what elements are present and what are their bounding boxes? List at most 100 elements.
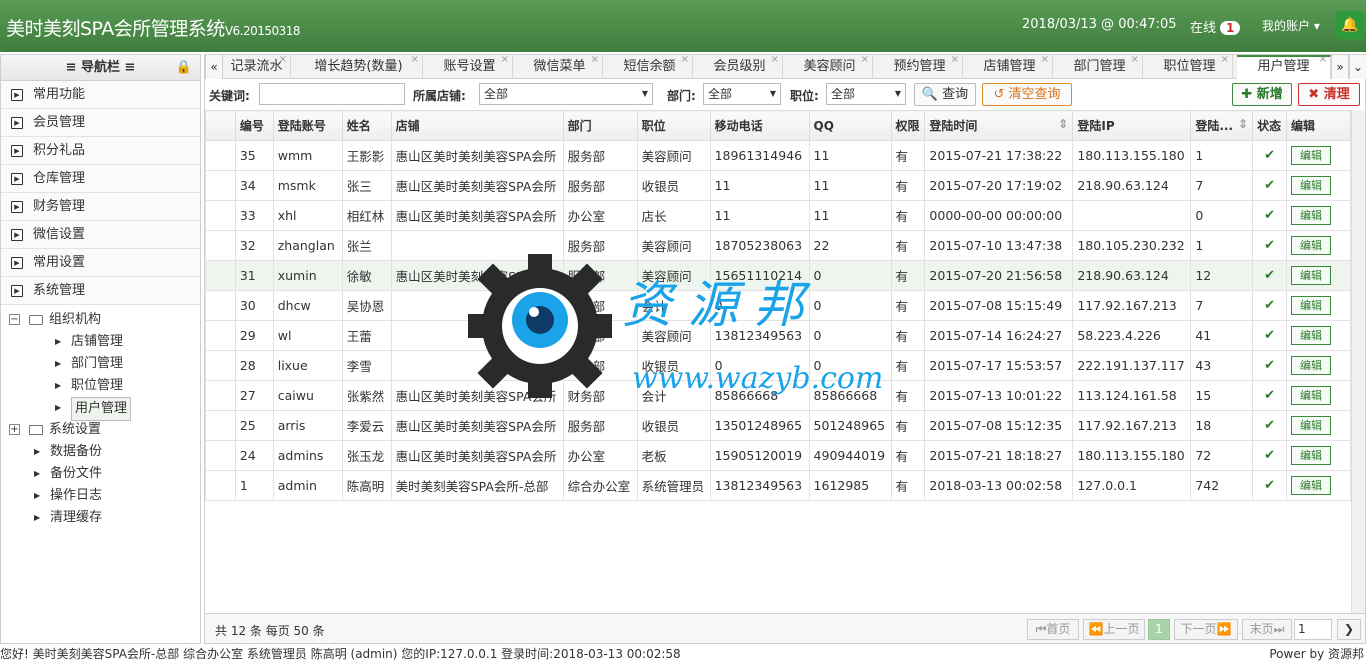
dept-select[interactable]: 全部 ▼ [703, 83, 781, 105]
tab-item[interactable]: 部门管理 × [1057, 54, 1143, 79]
table-row[interactable]: 28 lixue 李雪 财务部 收银员 0 0 有 2015-07-17 15:53:57 222… [205, 350, 1351, 381]
edit-button[interactable]: 编辑 [1291, 446, 1332, 465]
sort-icon[interactable]: ⇕ [1238, 117, 1248, 131]
sidebar-menu-item[interactable]: ▶ 仓库管理 [1, 165, 200, 193]
prev-page-button[interactable]: ⏪上一页 [1083, 619, 1145, 640]
row-select-cell[interactable] [205, 470, 236, 501]
tree-node[interactable]: + 系统设置 [1, 419, 200, 441]
tab-menu-chevron-icon[interactable]: ⌄ [1349, 55, 1366, 79]
close-icon[interactable]: × [591, 48, 599, 72]
edit-button[interactable]: 编辑 [1291, 266, 1332, 285]
collapse-icon[interactable]: − [9, 314, 20, 325]
close-icon[interactable]: × [1319, 50, 1327, 70]
lock-icon[interactable]: 🔒 [176, 55, 192, 81]
position-select[interactable]: 全部 ▼ [826, 83, 906, 105]
keyword-input[interactable] [259, 83, 405, 105]
row-select-cell[interactable] [205, 380, 236, 411]
tab-item[interactable]: 微信菜单 × [517, 54, 603, 79]
search-button[interactable]: 🔍 查询 [914, 83, 976, 106]
close-icon[interactable]: × [951, 48, 959, 72]
row-select-cell[interactable] [205, 200, 236, 231]
tree-node[interactable]: ▶ 用户管理 [1, 397, 200, 421]
edit-button[interactable]: 编辑 [1291, 206, 1332, 225]
table-row[interactable]: 30 dhcw 吴协恩 财务部 会计 0 0 有 2015-07-08 15:15:49 117.… [205, 290, 1351, 321]
table-scrollbar[interactable] [1351, 110, 1365, 613]
edit-button[interactable]: 编辑 [1291, 146, 1332, 165]
row-select-cell[interactable] [205, 140, 236, 171]
first-page-button[interactable]: ⏮首页 [1027, 619, 1079, 640]
table-row[interactable]: 31 xumin 徐敏 惠山区美时美刻美容SPA会所 服务部 美容顾问 1565111021… [205, 260, 1351, 291]
tree-node[interactable]: ▶ 清理缓存 [1, 507, 200, 529]
close-icon[interactable]: × [1131, 48, 1139, 72]
tree-node[interactable]: − 组织机构 [1, 309, 200, 331]
current-page[interactable]: 1 [1148, 619, 1170, 640]
row-select-cell[interactable] [205, 260, 236, 291]
sidebar-menu-item[interactable]: ▶ 财务管理 [1, 193, 200, 221]
table-row[interactable]: 24 admins 张玉龙 惠山区美时美刻美容SPA会所 办公室 老板 1590512001… [205, 440, 1351, 471]
row-select-cell[interactable] [205, 320, 236, 351]
row-select-cell[interactable] [205, 410, 236, 441]
tab-item[interactable]: 预约管理 × [877, 54, 963, 79]
column-header[interactable]: 登陆... ⇕ [1190, 110, 1254, 141]
table-row[interactable]: 29 wl 王蕾 服务部 美容顾问 13812349563 0 有 2015-07-14 16:… [205, 320, 1351, 351]
close-icon[interactable]: × [1221, 48, 1229, 72]
sidebar-menu-item[interactable]: ▶ 微信设置 [1, 221, 200, 249]
tab-item[interactable]: 会员级别 × [697, 54, 783, 79]
table-row[interactable]: 27 caiwu 张紫然 惠山区美时美刻美容SPA会所 财务部 会计 85866668 858… [205, 380, 1351, 411]
online-status[interactable]: 在线 1 [1190, 17, 1241, 36]
delete-button[interactable]: ✖ 清理 [1298, 83, 1360, 106]
row-select-cell[interactable] [205, 170, 236, 201]
tree-node[interactable]: ▶ 职位管理 [1, 375, 200, 397]
tab-item[interactable]: 账号设置 × [427, 54, 513, 79]
go-arrow-icon[interactable]: ❯ [1337, 619, 1361, 640]
clear-query-button[interactable]: ↺ 清空查询 [982, 83, 1072, 106]
sidebar-menu-item[interactable]: ▶ 积分礼品 [1, 137, 200, 165]
bell-icon[interactable]: 🔔 [1336, 11, 1364, 39]
close-icon[interactable]: × [279, 48, 287, 72]
expand-icon[interactable]: + [9, 424, 20, 435]
tree-node[interactable]: ▶ 备份文件 [1, 463, 200, 485]
edit-button[interactable]: 编辑 [1291, 476, 1332, 495]
table-row[interactable]: 32 zhanglan 张兰 服务部 美容顾问 18705238063 22 有 2015-07… [205, 230, 1351, 261]
edit-button[interactable]: 编辑 [1291, 326, 1332, 345]
store-select[interactable]: 全部 ▼ [479, 83, 653, 105]
sidebar-menu-item[interactable]: ▶ 常用设置 [1, 249, 200, 277]
table-row[interactable]: 1 admin 陈高明 美时美刻美容SPA会所-总部 综合办公室 系统管理员 1381234… [205, 470, 1351, 501]
tree-node[interactable]: ▶ 部门管理 [1, 353, 200, 375]
row-select-cell[interactable] [205, 290, 236, 321]
close-icon[interactable]: × [681, 48, 689, 72]
tab-item[interactable]: 短信余额 × [607, 54, 693, 79]
tab-item[interactable]: 美容顾问 × [787, 54, 873, 79]
next-page-button[interactable]: 下一页⏩ [1174, 619, 1238, 640]
sidebar-menu-item[interactable]: ▶ 常用功能 [1, 81, 200, 109]
table-row[interactable]: 35 wmm 王影影 惠山区美时美刻美容SPA会所 服务部 美容顾问 18961314946… [205, 140, 1351, 171]
sidebar-menu-item[interactable]: ▶ 会员管理 [1, 109, 200, 137]
edit-button[interactable]: 编辑 [1291, 356, 1332, 375]
close-icon[interactable]: × [411, 48, 419, 72]
tab-scroll-right[interactable]: » [1331, 55, 1349, 79]
last-page-button[interactable]: 末页⏭ [1242, 619, 1292, 640]
tab-item[interactable]: 店铺管理 × [967, 54, 1053, 79]
tree-node[interactable]: ▶ 数据备份 [1, 441, 200, 463]
close-icon[interactable]: × [1041, 48, 1049, 72]
tab-item[interactable]: 增长趋势(数量) × [295, 54, 423, 79]
edit-button[interactable]: 编辑 [1291, 416, 1332, 435]
table-row[interactable]: 34 msmk 张三 惠山区美时美刻美容SPA会所 服务部 收银员 11 11 有 2015-07… [205, 170, 1351, 201]
close-icon[interactable]: × [501, 48, 509, 72]
my-account-menu[interactable]: 我的账户 ▾ [1262, 17, 1320, 34]
row-select-cell[interactable] [205, 350, 236, 381]
add-button[interactable]: ✚ 新增 [1232, 83, 1292, 106]
column-header[interactable]: 登陆时间 ⇕ [924, 110, 1074, 141]
close-icon[interactable]: × [771, 48, 779, 72]
edit-button[interactable]: 编辑 [1291, 296, 1332, 315]
row-select-cell[interactable] [205, 230, 236, 261]
tree-node[interactable]: ▶ 操作日志 [1, 485, 200, 507]
edit-button[interactable]: 编辑 [1291, 386, 1332, 405]
page-number-input[interactable]: 1 [1294, 619, 1332, 640]
tab-item[interactable]: 职位管理 × [1147, 54, 1233, 79]
tab-item[interactable]: 记录流水 × [223, 54, 291, 79]
tab-scroll-left[interactable]: « [205, 55, 223, 79]
table-row[interactable]: 25 arris 李爱云 惠山区美时美刻美容SPA会所 服务部 收银员 1350124896… [205, 410, 1351, 441]
sidebar-menu-item[interactable]: ▶ 系统管理 [1, 277, 200, 305]
edit-button[interactable]: 编辑 [1291, 236, 1332, 255]
